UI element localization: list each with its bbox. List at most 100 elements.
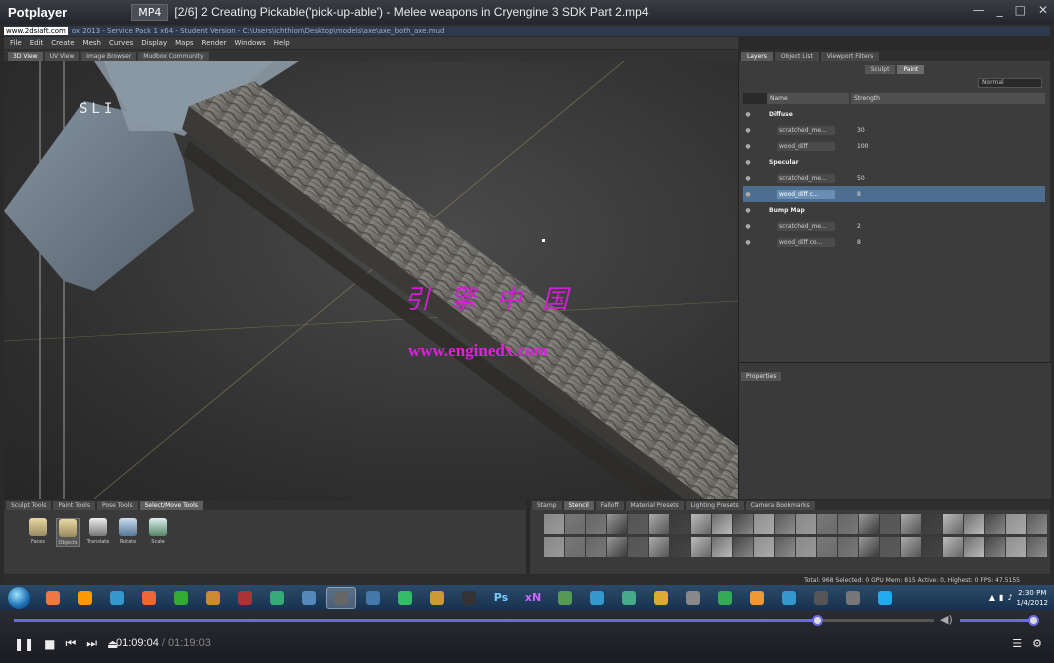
- blend-mode-select[interactable]: Normal: [978, 78, 1042, 88]
- video-frame[interactable]: www.2dsiaft.com ox 2013 - Service Pack 1…: [0, 24, 1054, 585]
- taskbar-app-app[interactable]: [806, 587, 836, 609]
- tool-translate[interactable]: Translate: [86, 518, 110, 547]
- menu-mesh[interactable]: Mesh: [83, 39, 101, 47]
- taskbar-app-app[interactable]: [358, 587, 388, 609]
- tab-viewport-filters[interactable]: Viewport Filters: [820, 52, 880, 61]
- layer-group[interactable]: ● Bump Map: [743, 202, 1045, 218]
- stamp-thumbnail[interactable]: [817, 514, 837, 534]
- stamp-thumbnail[interactable]: [838, 536, 858, 557]
- stamp-thumbnail[interactable]: [859, 514, 879, 534]
- volume-handle[interactable]: [1027, 615, 1039, 626]
- stamp-thumbnail[interactable]: [649, 536, 669, 557]
- layer-row[interactable]: ● wood_diff co... 8: [743, 234, 1045, 250]
- taskbar-app-ie[interactable]: [102, 587, 132, 609]
- taskbar-app-app[interactable]: [678, 587, 708, 609]
- stamp-thumbnail[interactable]: [754, 536, 774, 557]
- seek-bar[interactable]: [14, 615, 934, 626]
- stamp-thumbnail[interactable]: [1027, 514, 1047, 534]
- taskbar-app-Ps[interactable]: Ps: [486, 587, 516, 609]
- stamp-thumbnail[interactable]: [817, 536, 837, 557]
- menu-windows[interactable]: Windows: [234, 39, 265, 47]
- visibility-eye-icon[interactable]: ●: [743, 143, 753, 150]
- taskbar-app-app[interactable]: [390, 587, 420, 609]
- seek-handle[interactable]: [812, 615, 824, 626]
- stamp-thumbnail[interactable]: [691, 536, 711, 557]
- minimize-icon[interactable]: _: [997, 3, 1003, 17]
- layer-row[interactable]: ● scratched_me... 2: [743, 218, 1045, 234]
- settings-gear-icon[interactable]: ⚙: [1032, 637, 1042, 650]
- tab-material-presets[interactable]: Material Presets: [625, 501, 684, 510]
- menu-file[interactable]: File: [10, 39, 22, 47]
- visibility-eye-icon[interactable]: ●: [743, 175, 753, 182]
- taskbar-app-app[interactable]: [422, 587, 452, 609]
- tool-faces[interactable]: Faces: [26, 518, 50, 547]
- taskbar-app-app[interactable]: [646, 587, 676, 609]
- next-icon[interactable]: ⏭: [86, 636, 97, 651]
- layer-strength[interactable]: 8: [857, 191, 861, 198]
- layer-strength[interactable]: 100: [857, 143, 868, 150]
- stamp-thumbnail[interactable]: [943, 536, 963, 557]
- stamp-thumbnail[interactable]: [1027, 536, 1047, 557]
- taskbar-app-mudbox[interactable]: [326, 586, 356, 609]
- stamp-thumbnail[interactable]: [943, 514, 963, 534]
- stamp-thumbnail[interactable]: [712, 514, 732, 534]
- tab-mudbox-community[interactable]: Mudbox Community: [138, 52, 209, 61]
- tab-image-browser[interactable]: Image Browser: [81, 52, 137, 61]
- stamp-thumbnail[interactable]: [964, 514, 984, 534]
- stamp-thumbnail[interactable]: [796, 514, 816, 534]
- stamp-thumbnail[interactable]: [880, 514, 900, 534]
- taskbar-app-app[interactable]: [774, 587, 804, 609]
- stamp-thumbnail[interactable]: [859, 536, 879, 557]
- tab-layers[interactable]: Layers: [741, 52, 773, 61]
- taskbar-app-app[interactable]: [294, 587, 324, 609]
- layer-strength[interactable]: 30: [857, 127, 865, 134]
- stamp-thumbnail[interactable]: [691, 514, 711, 534]
- stamp-thumbnail[interactable]: [565, 536, 585, 557]
- tool-scale[interactable]: Scale: [146, 518, 170, 547]
- stamp-thumbnail[interactable]: [544, 514, 564, 534]
- pause-icon[interactable]: ❚❚: [14, 637, 34, 651]
- visibility-eye-icon[interactable]: ●: [743, 111, 753, 118]
- stamp-thumbnail[interactable]: [922, 536, 942, 557]
- start-button-icon[interactable]: [8, 586, 30, 609]
- tab-select-move-tools[interactable]: Select/Move Tools: [139, 501, 203, 510]
- stamp-thumbnail[interactable]: [838, 514, 858, 534]
- stamp-thumbnail[interactable]: [985, 514, 1005, 534]
- taskbar-app-app[interactable]: [166, 587, 196, 609]
- stamp-thumbnail[interactable]: [649, 514, 669, 534]
- menu-display[interactable]: Display: [141, 39, 167, 47]
- network-icon[interactable]: ▮: [999, 593, 1003, 602]
- tool-objects[interactable]: Objects: [56, 518, 80, 547]
- taskbar-app-app[interactable]: [838, 587, 868, 609]
- stamp-thumbnail[interactable]: [733, 514, 753, 534]
- taskbar-app-app[interactable]: [454, 587, 484, 609]
- tab-stamp[interactable]: Stamp: [532, 501, 562, 510]
- stamp-thumbnail[interactable]: [712, 536, 732, 557]
- tab-lighting-presets[interactable]: Lighting Presets: [685, 501, 744, 510]
- taskbar-app-app[interactable]: [198, 587, 228, 609]
- taskbar-app-xN[interactable]: xN: [518, 587, 548, 609]
- stamp-thumbnail[interactable]: [1006, 536, 1026, 557]
- sculpt-mode-button[interactable]: Sculpt: [864, 65, 896, 74]
- visibility-eye-icon[interactable]: ●: [743, 127, 753, 134]
- taskbar-app-app[interactable]: [582, 587, 612, 609]
- minimize-mini-icon[interactable]: —: [973, 3, 985, 17]
- tab-falloff[interactable]: Falloff: [595, 501, 624, 510]
- tab-paint-tools[interactable]: Paint Tools: [53, 501, 95, 510]
- maximize-icon[interactable]: □: [1015, 3, 1026, 17]
- tab-camera-bookmarks[interactable]: Camera Bookmarks: [745, 501, 815, 510]
- taskbar-app-chrome[interactable]: [38, 587, 68, 609]
- tab-3d-view[interactable]: 3D View: [8, 52, 43, 61]
- layer-row[interactable]: ● wood_diff 100: [743, 138, 1045, 154]
- stamp-thumbnail[interactable]: [880, 536, 900, 557]
- stamp-thumbnail[interactable]: [565, 514, 585, 534]
- layer-strength[interactable]: 50: [857, 175, 865, 182]
- volume-icon[interactable]: ◀): [940, 613, 953, 626]
- visibility-eye-icon[interactable]: ●: [743, 159, 753, 166]
- playlist-icon[interactable]: ☰: [1012, 637, 1022, 650]
- layer-group[interactable]: ● Specular: [743, 154, 1045, 170]
- tool-rotate[interactable]: Rotate: [116, 518, 140, 547]
- stamp-thumbnail[interactable]: [901, 536, 921, 557]
- taskbar-app-app[interactable]: [614, 587, 644, 609]
- tab-stencil[interactable]: Stencil: [563, 501, 594, 510]
